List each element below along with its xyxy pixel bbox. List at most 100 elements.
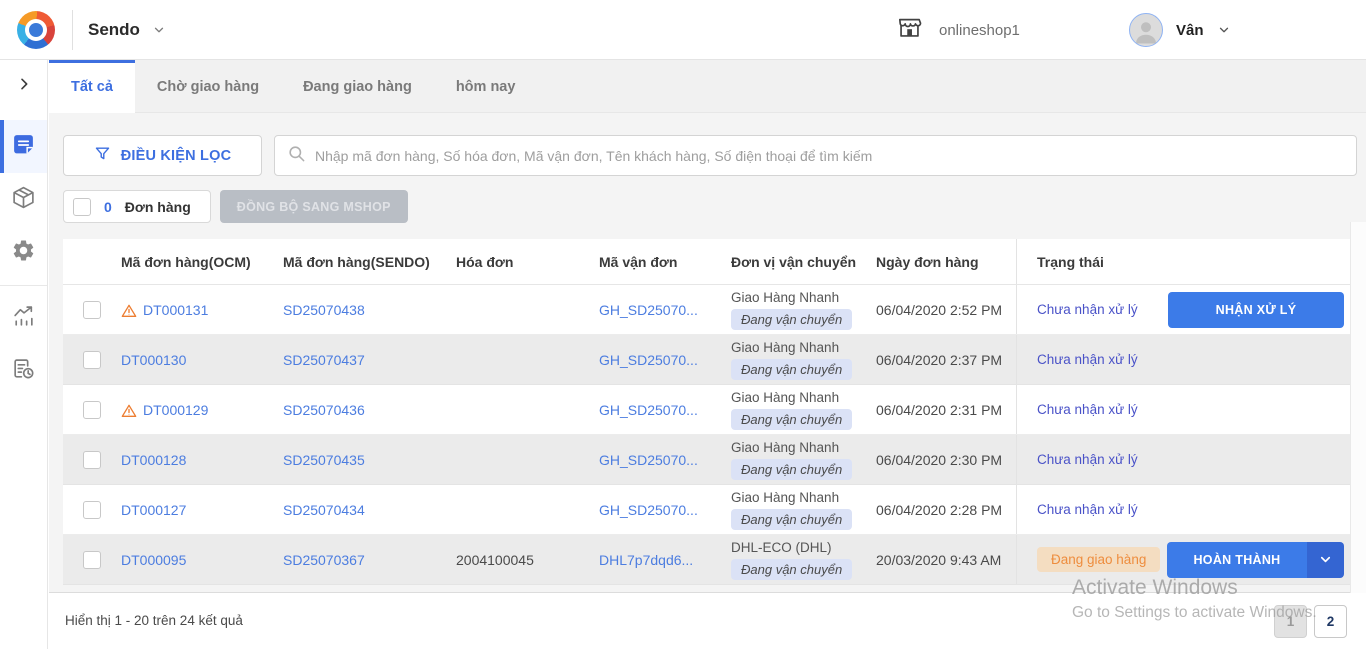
order-ocm-link[interactable]: DT000131 bbox=[143, 302, 208, 318]
app-switcher[interactable]: Sendo bbox=[88, 0, 166, 60]
order-sendo-link[interactable]: SD25070438 bbox=[283, 302, 365, 318]
table-row: DT000127 SD25070434 GH_SD25070... Giao H… bbox=[63, 485, 1351, 535]
sidebar-item-products[interactable] bbox=[0, 173, 47, 226]
main-content: Tất cả Chờ giao hàng Đang giao hàng hôm … bbox=[49, 60, 1366, 649]
page-button-1[interactable]: 1 bbox=[1274, 605, 1307, 638]
sidebar-divider bbox=[0, 285, 47, 286]
tracking-number-link[interactable]: GH_SD25070... bbox=[599, 302, 698, 318]
warning-icon bbox=[121, 403, 137, 419]
order-date: 20/03/2020 9:43 AM bbox=[876, 552, 1016, 568]
action-button[interactable]: NHẬN XỬ LÝ bbox=[1168, 292, 1344, 328]
carrier-name: Giao Hàng Nhanh bbox=[731, 289, 876, 307]
order-date: 06/04/2020 2:28 PM bbox=[876, 502, 1016, 518]
row-checkbox[interactable] bbox=[83, 451, 101, 469]
order-sendo-link[interactable]: SD25070437 bbox=[283, 352, 365, 368]
tab-bar: Tất cả Chờ giao hàng Đang giao hàng hôm … bbox=[49, 60, 1366, 113]
tracking-number-link[interactable]: GH_SD25070... bbox=[599, 352, 698, 368]
report-clock-icon bbox=[11, 357, 36, 387]
select-all-button[interactable]: 0 Đơn hàng bbox=[63, 190, 211, 223]
sidebar-item-reports[interactable] bbox=[0, 345, 47, 398]
shop-selector[interactable]: onlineshop1 bbox=[896, 0, 1020, 60]
tracking-number-link[interactable]: GH_SD25070... bbox=[599, 402, 698, 418]
column-header-tracking: Mã vận đơn bbox=[599, 254, 731, 270]
tracking-number-link[interactable]: GH_SD25070... bbox=[599, 452, 698, 468]
sidebar-item-analytics[interactable] bbox=[0, 292, 47, 345]
order-date: 06/04/2020 2:37 PM bbox=[876, 352, 1016, 368]
filter-button[interactable]: ĐIỀU KIỆN LỌC bbox=[63, 135, 262, 176]
invoice-number: 2004100045 bbox=[456, 552, 599, 568]
table-header-row: Mã đơn hàng(OCM) Mã đơn hàng(SENDO) Hóa … bbox=[63, 239, 1351, 285]
tab-cho-giao-hang[interactable]: Chờ giao hàng bbox=[135, 60, 281, 113]
chevron-down-icon bbox=[1217, 23, 1231, 37]
footer-bar: Hiển thị 1 - 20 trên 24 kết quả 1 2 bbox=[49, 592, 1366, 649]
action-group: HOÀN THÀNH bbox=[1167, 542, 1344, 578]
status-label: Đang giao hàng bbox=[1037, 547, 1160, 572]
user-menu[interactable]: Vân bbox=[1129, 0, 1231, 60]
search-input[interactable] bbox=[315, 148, 1344, 164]
selected-count: 0 bbox=[104, 199, 112, 215]
chevron-down-icon bbox=[152, 23, 166, 37]
order-sendo-link[interactable]: SD25070367 bbox=[283, 552, 365, 568]
order-management-screen: Sendo onlineshop1 Vân bbox=[0, 0, 1366, 649]
sidebar bbox=[0, 60, 48, 649]
header-divider bbox=[72, 10, 73, 50]
chart-icon bbox=[11, 304, 36, 334]
order-ocm-link[interactable]: DT000128 bbox=[121, 452, 186, 468]
order-sendo-link[interactable]: SD25070436 bbox=[283, 402, 365, 418]
status-label[interactable]: Chưa nhận xử lý bbox=[1037, 352, 1138, 367]
order-date: 06/04/2020 2:31 PM bbox=[876, 402, 1016, 418]
row-checkbox[interactable] bbox=[83, 401, 101, 419]
user-name: Vân bbox=[1176, 22, 1204, 39]
table-row: DT000131 SD25070438 GH_SD25070... Giao H… bbox=[63, 285, 1351, 335]
status-label[interactable]: Chưa nhận xử lý bbox=[1037, 302, 1138, 317]
carrier-name: Giao Hàng Nhanh bbox=[731, 489, 876, 507]
sidebar-collapse-button[interactable] bbox=[0, 60, 47, 108]
selection-row: 0 Đơn hàng ĐỒNG BỘ SANG MSHOP bbox=[63, 190, 1357, 223]
table-row: DT000128 SD25070435 GH_SD25070... Giao H… bbox=[63, 435, 1351, 485]
table-row: DT000129 SD25070436 GH_SD25070... Giao H… bbox=[63, 385, 1351, 435]
tracking-number-link[interactable]: DHL7p7dqd6... bbox=[599, 552, 693, 568]
carrier-name: DHL-ECO (DHL) bbox=[731, 539, 876, 557]
order-date: 06/04/2020 2:52 PM bbox=[876, 302, 1016, 318]
row-checkbox[interactable] bbox=[83, 501, 101, 519]
orders-table: Mã đơn hàng(OCM) Mã đơn hàng(SENDO) Hóa … bbox=[63, 239, 1351, 585]
sidebar-item-settings[interactable] bbox=[0, 226, 47, 279]
carrier-status-badge: Đang vận chuyển bbox=[731, 409, 852, 431]
tab-dang-giao-hang[interactable]: Đang giao hàng bbox=[281, 60, 434, 113]
column-header-status: Trạng thái bbox=[1016, 239, 1166, 284]
order-ocm-link[interactable]: DT000095 bbox=[121, 552, 186, 568]
order-date: 06/04/2020 2:30 PM bbox=[876, 452, 1016, 468]
order-ocm-link[interactable]: DT000127 bbox=[121, 502, 186, 518]
row-checkbox[interactable] bbox=[83, 351, 101, 369]
order-sendo-link[interactable]: SD25070434 bbox=[283, 502, 365, 518]
order-ocm-link[interactable]: DT000129 bbox=[143, 402, 208, 418]
avatar bbox=[1129, 13, 1163, 47]
order-sendo-link[interactable]: SD25070435 bbox=[283, 452, 365, 468]
sync-mshop-button[interactable]: ĐỒNG BỘ SANG MSHOP bbox=[220, 190, 408, 223]
row-checkbox[interactable] bbox=[83, 551, 101, 569]
sidebar-item-orders[interactable] bbox=[0, 120, 47, 173]
page-button-2[interactable]: 2 bbox=[1314, 605, 1347, 638]
status-label[interactable]: Chưa nhận xử lý bbox=[1037, 402, 1138, 417]
table-row: DT000095 SD25070367 2004100045 DHL7p7dqd… bbox=[63, 535, 1351, 585]
tab-tat-ca[interactable]: Tất cả bbox=[49, 60, 135, 113]
pagination: 1 2 bbox=[1274, 605, 1347, 638]
warning-icon bbox=[121, 303, 137, 319]
column-header-invoice: Hóa đơn bbox=[456, 254, 599, 270]
row-checkbox[interactable] bbox=[83, 301, 101, 319]
package-icon bbox=[11, 185, 36, 215]
sendo-logo-icon bbox=[17, 11, 55, 49]
selected-unit-label: Đơn hàng bbox=[125, 199, 191, 215]
tab-hom-nay[interactable]: hôm nay bbox=[434, 60, 538, 113]
status-label[interactable]: Chưa nhận xử lý bbox=[1037, 452, 1138, 467]
order-ocm-link[interactable]: DT000130 bbox=[121, 352, 186, 368]
carrier-status-badge: Đang vận chuyển bbox=[731, 309, 852, 331]
action-dropdown-button[interactable] bbox=[1307, 542, 1344, 578]
tracking-number-link[interactable]: GH_SD25070... bbox=[599, 502, 698, 518]
top-header: Sendo onlineshop1 Vân bbox=[0, 0, 1366, 60]
column-header-carrier: Đơn vị vận chuyển bbox=[731, 254, 876, 270]
select-all-checkbox[interactable] bbox=[73, 198, 91, 216]
shop-name: onlineshop1 bbox=[939, 22, 1020, 39]
action-button[interactable]: HOÀN THÀNH bbox=[1167, 542, 1307, 578]
status-label[interactable]: Chưa nhận xử lý bbox=[1037, 502, 1138, 517]
